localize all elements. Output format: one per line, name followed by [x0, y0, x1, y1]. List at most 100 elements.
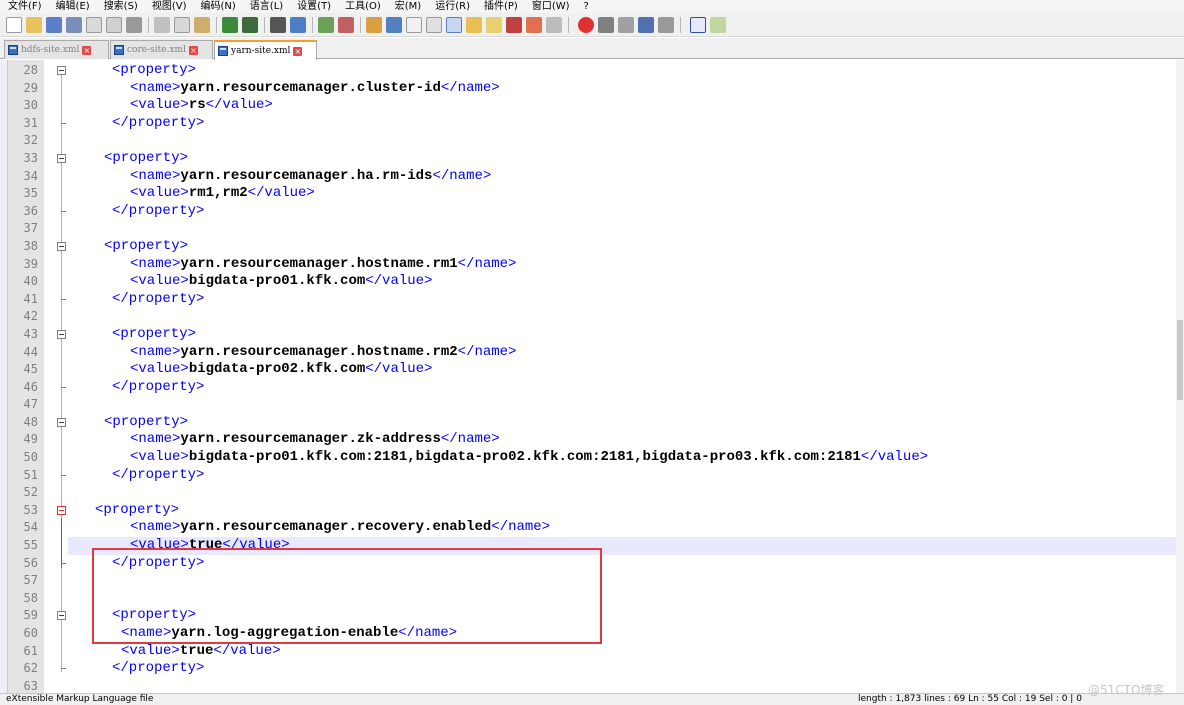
code-line[interactable]: 41 </property>: [0, 291, 1184, 309]
doc-map-icon[interactable]: [486, 17, 502, 33]
menu-item[interactable]: 插件(P): [476, 1, 524, 13]
fold-toggle-icon[interactable]: [57, 329, 66, 339]
line-text-area[interactable]: </property>: [68, 555, 1180, 573]
tab-hdfs-site[interactable]: hdfs-site.xml ×: [4, 40, 109, 59]
code-line[interactable]: 45 <value>bigdata-pro02.kfk.com</value>: [0, 361, 1184, 379]
zoom-out-icon[interactable]: [338, 17, 354, 33]
code-line[interactable]: 55 <value>true</value>: [0, 537, 1184, 555]
print-icon[interactable]: [126, 17, 142, 33]
play-macro-icon[interactable]: [618, 17, 634, 33]
code-line[interactable]: 40 <value>bigdata-pro01.kfk.com</value>: [0, 273, 1184, 291]
code-line[interactable]: 30 <value>rs</value>: [0, 97, 1184, 115]
spell-check-icon[interactable]: [690, 17, 706, 33]
line-text-area[interactable]: <value>true</value>: [68, 643, 1180, 661]
line-text-area[interactable]: <name>yarn.resourcemanager.recovery.enab…: [68, 519, 1180, 537]
code-line[interactable]: 39 <name>yarn.resourcemanager.hostname.rm…: [0, 256, 1184, 274]
save-all-icon[interactable]: [66, 17, 82, 33]
menu-item[interactable]: 搜索(S): [96, 1, 144, 13]
code-line[interactable]: 44 <name>yarn.resourcemanager.hostname.rm…: [0, 344, 1184, 362]
find-icon[interactable]: [270, 17, 286, 33]
line-text-area[interactable]: <property>: [68, 607, 1180, 625]
indent-guide-icon[interactable]: [446, 17, 462, 33]
fold-toggle-icon[interactable]: [57, 241, 66, 251]
new-file-icon[interactable]: [6, 17, 22, 33]
code-editor[interactable]: 28 <property> 29 <name>yarn.resourcemanager…: [0, 60, 1184, 693]
code-line[interactable]: 59 <property>: [0, 607, 1184, 625]
line-text-area[interactable]: <property>: [68, 414, 1180, 432]
copy-icon[interactable]: [174, 17, 190, 33]
code-line[interactable]: 52: [0, 484, 1184, 502]
line-text-area[interactable]: <value>true</value>: [68, 537, 1180, 555]
code-line[interactable]: 61 <value>true</value>: [0, 643, 1184, 661]
menu-item[interactable]: 设置(T): [289, 1, 337, 13]
code-line[interactable]: 51 </property>: [0, 467, 1184, 485]
fold-toggle-icon[interactable]: [57, 611, 66, 621]
close-file-icon[interactable]: [86, 17, 102, 33]
line-text-area[interactable]: <value>bigdata-pro01.kfk.com</value>: [68, 273, 1180, 291]
code-line[interactable]: 28 <property>: [0, 62, 1184, 80]
code-line[interactable]: 62 </property>: [0, 660, 1184, 678]
paste-icon[interactable]: [194, 17, 210, 33]
menu-item[interactable]: 运行(R): [427, 1, 476, 13]
line-text-area[interactable]: <name>yarn.log-aggregation-enable</name>: [68, 625, 1180, 643]
line-text-area[interactable]: <name>yarn.resourcemanager.cluster-id</n…: [68, 80, 1180, 98]
code-line[interactable]: 35 <value>rm1,rm2</value>: [0, 185, 1184, 203]
menu-item[interactable]: 编辑(E): [48, 1, 96, 13]
sync-vertical-icon[interactable]: [366, 17, 382, 33]
code-line[interactable]: 32: [0, 132, 1184, 150]
line-text-area[interactable]: </property>: [68, 203, 1180, 221]
function-list-icon[interactable]: [506, 17, 522, 33]
line-text-area[interactable]: <value>bigdata-pro02.kfk.com</value>: [68, 361, 1180, 379]
monitoring-icon[interactable]: [546, 17, 562, 33]
line-text-area[interactable]: <name>yarn.resourcemanager.hostname.rm2<…: [68, 344, 1180, 362]
line-text-area[interactable]: [68, 396, 1180, 414]
menu-item[interactable]: 工具(O): [337, 1, 387, 13]
code-line[interactable]: 54 <name>yarn.resourcemanager.recovery.en…: [0, 519, 1184, 537]
code-line[interactable]: 46 </property>: [0, 379, 1184, 397]
menu-item[interactable]: 语言(L): [242, 1, 289, 13]
code-line[interactable]: 58: [0, 590, 1184, 608]
stop-macro-icon[interactable]: [598, 17, 614, 33]
code-line[interactable]: 29 <name>yarn.resourcemanager.cluster-id<…: [0, 80, 1184, 98]
record-macro-icon[interactable]: [578, 17, 594, 33]
code-line[interactable]: 60 <name>yarn.log-aggregation-enable</nam…: [0, 625, 1184, 643]
code-line[interactable]: 49 <name>yarn.resourcemanager.zk-address<…: [0, 431, 1184, 449]
line-text-area[interactable]: </property>: [68, 115, 1180, 133]
code-line[interactable]: 56 </property>: [0, 555, 1184, 573]
line-text-area[interactable]: <name>yarn.resourcemanager.zk-address</n…: [68, 431, 1180, 449]
line-text-area[interactable]: [68, 132, 1180, 150]
code-line[interactable]: 53 <property>: [0, 502, 1184, 520]
line-text-area[interactable]: <property>: [68, 150, 1180, 168]
save-icon[interactable]: [46, 17, 62, 33]
zoom-in-icon[interactable]: [318, 17, 334, 33]
line-text-area[interactable]: <name>yarn.resourcemanager.hostname.rm1<…: [68, 256, 1180, 274]
line-text-area[interactable]: <property>: [68, 238, 1180, 256]
line-text-area[interactable]: <property>: [68, 326, 1180, 344]
fold-toggle-icon[interactable]: [57, 505, 66, 515]
code-line[interactable]: 57: [0, 572, 1184, 590]
show-all-chars-icon[interactable]: [426, 17, 442, 33]
line-text-area[interactable]: [68, 220, 1180, 238]
run-macro-multiple-icon[interactable]: [638, 17, 654, 33]
folder-workspace-icon[interactable]: [526, 17, 542, 33]
close-icon[interactable]: ×: [293, 46, 303, 56]
line-text-area[interactable]: <value>bigdata-pro01.kfk.com:2181,bigdat…: [68, 449, 1180, 467]
fold-toggle-icon[interactable]: [57, 417, 66, 427]
close-all-icon[interactable]: [106, 17, 122, 33]
code-line[interactable]: 42: [0, 308, 1184, 326]
replace-icon[interactable]: [290, 17, 306, 33]
save-macro-icon[interactable]: [658, 17, 674, 33]
undo-icon[interactable]: [222, 17, 238, 33]
line-text-area[interactable]: [68, 484, 1180, 502]
tab-core-site[interactable]: core-site.xml ×: [110, 40, 213, 59]
menu-item[interactable]: 视图(V): [144, 1, 193, 13]
line-text-area[interactable]: <name>yarn.resourcemanager.ha.rm-ids</na…: [68, 168, 1180, 186]
line-text-area[interactable]: [68, 678, 1180, 693]
code-line[interactable]: 33 <property>: [0, 150, 1184, 168]
code-line[interactable]: 37: [0, 220, 1184, 238]
word-wrap-icon[interactable]: [406, 17, 422, 33]
redo-icon[interactable]: [242, 17, 258, 33]
menu-item[interactable]: 编码(N): [193, 1, 242, 13]
menu-item[interactable]: 窗口(W): [524, 1, 576, 13]
close-icon[interactable]: ×: [82, 45, 92, 55]
